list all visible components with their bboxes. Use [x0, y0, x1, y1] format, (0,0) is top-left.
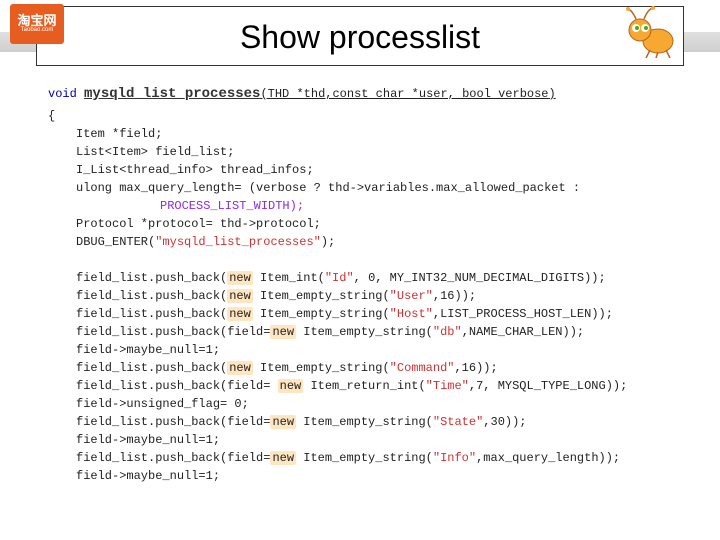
slide-header: Show processlist [36, 6, 684, 66]
ant-mascot-icon [618, 6, 680, 58]
code-block: void mysqld_list_processes(THD *thd,cons… [48, 84, 680, 485]
code-line: field_list.push_back(field=new Item_empt… [76, 323, 680, 341]
code-line: field_list.push_back(new Item_empty_stri… [76, 287, 680, 305]
code-line: ulong max_query_length= (verbose ? thd->… [76, 179, 680, 197]
code-line: { [48, 107, 680, 125]
code-line: field_list.push_back(field=new Item_empt… [76, 449, 680, 467]
code-line: field_list.push_back(field= new Item_ret… [76, 377, 680, 395]
code-line: field->unsigned_flag= 0; [76, 395, 680, 413]
code-line: I_List<thread_info> thread_infos; [76, 161, 680, 179]
code-line: DBUG_ENTER("mysqld_list_processes"); [76, 233, 680, 251]
code-line: Item *field; [76, 125, 680, 143]
code-line: void mysqld_list_processes(THD *thd,cons… [48, 84, 680, 105]
code-line: PROCESS_LIST_WIDTH); [160, 197, 680, 215]
code-line: field->maybe_null=1; [76, 467, 680, 485]
logo-text-en: Taobao.com [21, 27, 54, 34]
code-line: field_list.push_back(new Item_int("Id", … [76, 269, 680, 287]
code-line: field_list.push_back(new Item_empty_stri… [76, 305, 680, 323]
code-line: field_list.push_back(field=new Item_empt… [76, 413, 680, 431]
taobao-logo-icon: 淘宝网 Taobao.com [10, 4, 64, 44]
code-line: field->maybe_null=1; [76, 431, 680, 449]
slide: Show processlist 淘宝网 Taobao.com void mys… [0, 0, 720, 540]
code-line: field->maybe_null=1; [76, 341, 680, 359]
logo-text-cn: 淘宝网 [17, 14, 56, 27]
code-line [48, 251, 680, 269]
function-name: mysqld_list_processes [84, 86, 260, 102]
code-line: List<Item> field_list; [76, 143, 680, 161]
code-line: field_list.push_back(new Item_empty_stri… [76, 359, 680, 377]
code-line: Protocol *protocol= thd->protocol; [76, 215, 680, 233]
slide-title: Show processlist [37, 7, 683, 67]
